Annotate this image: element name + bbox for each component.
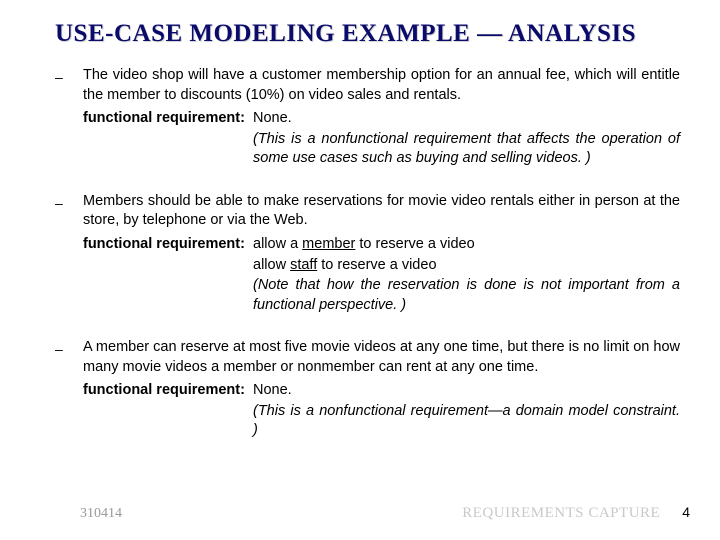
req-label: functional requirement: (83, 381, 253, 401)
footer-date: 310414 (80, 506, 122, 522)
req-line: allow staff to reserve a video (253, 256, 680, 276)
bullet-dash: – (55, 192, 83, 213)
item-text: A member can reserve at most five movie … (83, 339, 680, 375)
slide: USE-CASE MODELING EXAMPLE — ANALYSIS – T… (0, 0, 720, 540)
list-item: – Members should be able to make reserva… (55, 192, 680, 316)
req-value: None. (This is a nonfunctional requireme… (253, 381, 680, 442)
list-item: – A member can reserve at most five movi… (55, 338, 680, 442)
functional-requirement: functional requirement: allow a member t… (83, 235, 680, 316)
item-body: A member can reserve at most five movie … (83, 338, 680, 442)
bullet-dash: – (55, 338, 83, 359)
footer-caption: REQUIREMENTS CAPTURE (462, 505, 660, 522)
functional-requirement: functional requirement: None. (This is a… (83, 381, 680, 442)
req-line: (This is a nonfunctional requirement—a d… (253, 402, 680, 441)
req-line: (This is a nonfunctional requirement tha… (253, 130, 680, 169)
item-text: The video shop will have a customer memb… (83, 67, 680, 103)
req-value: allow a member to reserve a video allow … (253, 235, 680, 316)
req-line: None. (253, 109, 680, 129)
req-line: None. (253, 381, 680, 401)
list-item: – The video shop will have a customer me… (55, 66, 680, 170)
req-line: (Note that how the reservation is done i… (253, 276, 680, 315)
req-label: functional requirement: (83, 109, 253, 129)
req-value: None. (This is a nonfunctional requireme… (253, 109, 680, 170)
item-body: Members should be able to make reservati… (83, 192, 680, 316)
req-label: functional requirement: (83, 235, 253, 255)
slide-footer: 310414 REQUIREMENTS CAPTURE 4 (0, 504, 720, 522)
page-title: USE-CASE MODELING EXAMPLE — ANALYSIS (55, 20, 680, 48)
req-line: allow a member to reserve a video (253, 235, 680, 255)
item-text: Members should be able to make reservati… (83, 193, 680, 229)
item-body: The video shop will have a customer memb… (83, 66, 680, 170)
bullet-dash: – (55, 66, 83, 87)
functional-requirement: functional requirement: None. (This is a… (83, 109, 680, 170)
page-number: 4 (682, 504, 690, 520)
